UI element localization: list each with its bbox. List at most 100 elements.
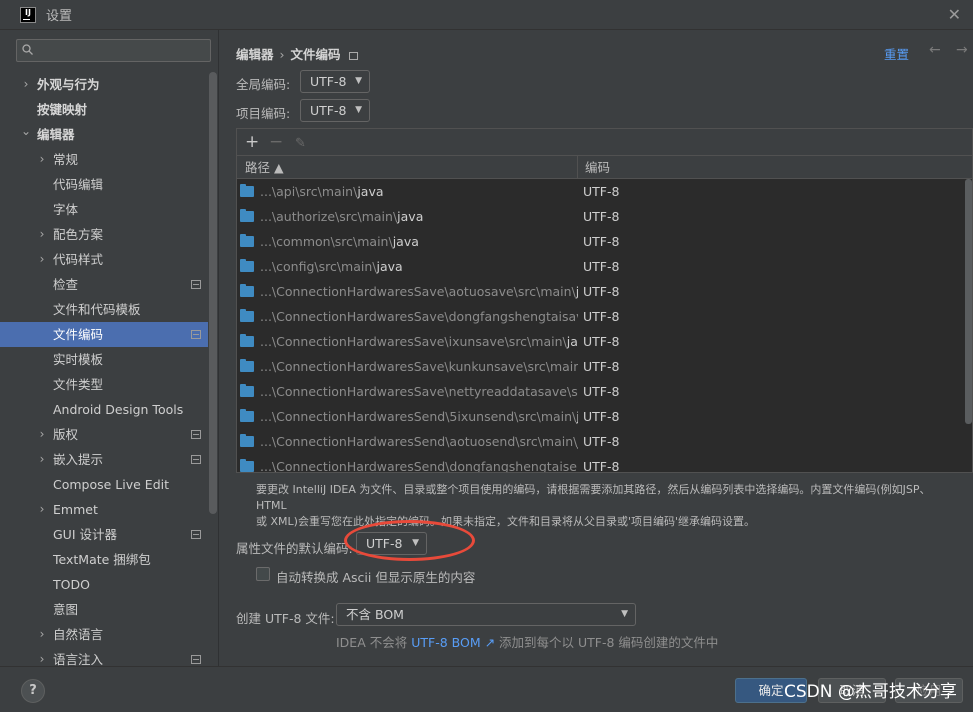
back-arrow-icon[interactable]: ← bbox=[929, 42, 941, 58]
row-path-tail: java bbox=[392, 234, 419, 249]
sidebar-item[interactable]: › 常规 bbox=[0, 147, 208, 172]
sidebar-item[interactable]: 意图 bbox=[0, 597, 208, 622]
table-toolbar: + − ✎ bbox=[237, 129, 972, 156]
chevron-down-icon: ▼ bbox=[355, 105, 362, 115]
help-button[interactable]: ? bbox=[21, 679, 45, 703]
sidebar-item[interactable]: Android Design Tools bbox=[0, 397, 208, 422]
sidebar-item[interactable]: › 自然语言 bbox=[0, 622, 208, 647]
settings-tree: › 外观与行为 按键映射 ⌄ 编辑器 › 常规 代码编辑 字体 › 配色方案 › 代码样式 检查 文件和代码… bbox=[0, 72, 208, 672]
sidebar-item[interactable]: ⌄ 编辑器 bbox=[0, 122, 208, 147]
chevron-right-icon[interactable]: › bbox=[36, 497, 48, 522]
row-path-prefix: ...\ConnectionHardwaresSave\aotuosave\sr… bbox=[260, 284, 576, 299]
project-scope-icon bbox=[191, 530, 201, 539]
sidebar-item[interactable]: › Emmet bbox=[0, 497, 208, 522]
table-row[interactable]: ...\api\src\main\java UTF-8 bbox=[237, 179, 964, 204]
row-encoding[interactable]: UTF-8 bbox=[583, 329, 619, 354]
row-encoding[interactable]: UTF-8 bbox=[583, 404, 619, 429]
row-path-tail: java bbox=[566, 334, 578, 349]
utf8-bom-link[interactable]: UTF-8 BOM ↗ bbox=[411, 635, 495, 650]
breadcrumb-parent[interactable]: 编辑器 bbox=[236, 47, 274, 62]
sidebar-scrollbar[interactable] bbox=[209, 72, 217, 514]
column-header-path[interactable]: 路径 ▲ bbox=[245, 156, 284, 179]
row-encoding[interactable]: UTF-8 bbox=[583, 454, 619, 472]
ascii-checkbox-label[interactable]: 自动转换成 Ascii 但显示原生的内容 bbox=[276, 567, 475, 586]
reset-link[interactable]: 重置 bbox=[884, 44, 909, 63]
chevron-down-icon[interactable]: ⌄ bbox=[20, 122, 32, 147]
add-icon[interactable]: + bbox=[245, 132, 259, 152]
close-icon[interactable]: ✕ bbox=[948, 5, 961, 24]
sidebar-item[interactable]: 代码编辑 bbox=[0, 172, 208, 197]
sidebar-item[interactable]: 实时模板 bbox=[0, 347, 208, 372]
chevron-right-icon[interactable]: › bbox=[36, 222, 48, 247]
remove-icon[interactable]: − bbox=[269, 132, 283, 152]
chevron-right-icon[interactable]: › bbox=[36, 147, 48, 172]
bom-note: IDEA 不会将 UTF-8 BOM ↗ 添加到每个以 UTF-8 编码创建的文… bbox=[336, 632, 718, 651]
sidebar-item[interactable]: › 版权 bbox=[0, 422, 208, 447]
sidebar-item[interactable]: 字体 bbox=[0, 197, 208, 222]
row-encoding[interactable]: UTF-8 bbox=[583, 304, 619, 329]
row-path-prefix: ...\ConnectionHardwaresSave\ixunsave\src… bbox=[260, 334, 567, 349]
title-bar: IJ 设置 ✕ bbox=[0, 0, 973, 30]
chevron-right-icon[interactable]: › bbox=[36, 422, 48, 447]
chevron-right-icon[interactable]: › bbox=[36, 447, 48, 472]
row-encoding[interactable]: UTF-8 bbox=[583, 379, 619, 404]
ascii-checkbox[interactable] bbox=[256, 567, 270, 581]
chevron-right-icon[interactable]: › bbox=[36, 622, 48, 647]
table-row[interactable]: ...\ConnectionHardwaresSend\5ixunsend\sr… bbox=[237, 404, 964, 429]
sidebar-item[interactable]: Compose Live Edit bbox=[0, 472, 208, 497]
row-path-prefix: ...\ConnectionHardwaresSave\nettyreaddat… bbox=[260, 384, 578, 399]
bom-note-prefix: IDEA 不会将 bbox=[336, 635, 408, 650]
table-row[interactable]: ...\common\src\main\java UTF-8 bbox=[237, 229, 964, 254]
sidebar-item-label: 代码样式 bbox=[53, 252, 104, 267]
row-encoding[interactable]: UTF-8 bbox=[583, 354, 619, 379]
table-row[interactable]: ...\ConnectionHardwaresSave\ixunsave\src… bbox=[237, 329, 964, 354]
table-row[interactable]: ...\ConnectionHardwaresSave\dongfangshen… bbox=[237, 304, 964, 329]
sidebar-item[interactable]: GUI 设计器 bbox=[0, 522, 208, 547]
global-encoding-select[interactable]: UTF-8 ▼ bbox=[300, 70, 370, 93]
folder-icon bbox=[240, 184, 254, 197]
sidebar-item[interactable]: › 配色方案 bbox=[0, 222, 208, 247]
sidebar-item[interactable]: 文件编码 bbox=[0, 322, 208, 347]
sidebar-item[interactable]: TODO bbox=[0, 572, 208, 597]
project-encoding-select[interactable]: UTF-8 ▼ bbox=[300, 99, 370, 122]
sidebar-item[interactable]: › 外观与行为 bbox=[0, 72, 208, 97]
table-row[interactable]: ...\ConnectionHardwaresSave\kunkunsave\s… bbox=[237, 354, 964, 379]
sidebar-item[interactable]: 按键映射 bbox=[0, 97, 208, 122]
row-encoding[interactable]: UTF-8 bbox=[583, 254, 619, 279]
settings-search-input[interactable] bbox=[16, 39, 211, 62]
chevron-right-icon[interactable]: › bbox=[20, 72, 32, 97]
sidebar-item-label: 编辑器 bbox=[37, 127, 75, 142]
sidebar-item[interactable]: TextMate 捆绑包 bbox=[0, 547, 208, 572]
sidebar-item-label: 嵌入提示 bbox=[53, 452, 104, 467]
chevron-right-icon[interactable]: › bbox=[36, 247, 48, 272]
row-path: ...\api\src\main\java bbox=[260, 179, 578, 204]
folder-icon bbox=[240, 284, 254, 297]
sidebar-item[interactable]: 文件和代码模板 bbox=[0, 297, 208, 322]
utf8-bom-select[interactable]: 不含 BOM ▼ bbox=[336, 603, 636, 626]
sidebar-item[interactable]: › 代码样式 bbox=[0, 247, 208, 272]
sidebar-item[interactable]: › 嵌入提示 bbox=[0, 447, 208, 472]
folder-icon bbox=[240, 434, 254, 447]
table-row[interactable]: ...\ConnectionHardwaresSend\dongfangshen… bbox=[237, 454, 964, 472]
table-row[interactable]: ...\authorize\src\main\java UTF-8 bbox=[237, 204, 964, 229]
row-encoding[interactable]: UTF-8 bbox=[583, 429, 619, 454]
row-encoding[interactable]: UTF-8 bbox=[583, 204, 619, 229]
table-scrollbar[interactable] bbox=[965, 179, 972, 424]
column-header-encoding[interactable]: 编码 bbox=[585, 156, 610, 179]
properties-encoding-label: 属性文件的默认编码: bbox=[236, 541, 353, 556]
row-path-tail: java bbox=[576, 284, 578, 299]
forward-arrow-icon[interactable]: → bbox=[956, 42, 968, 58]
breadcrumb: 编辑器 › 文件编码 bbox=[236, 44, 358, 63]
table-row[interactable]: ...\ConnectionHardwaresSave\nettyreaddat… bbox=[237, 379, 964, 404]
row-path: ...\common\src\main\java bbox=[260, 229, 578, 254]
table-row[interactable]: ...\ConnectionHardwaresSave\aotuosave\sr… bbox=[237, 279, 964, 304]
row-encoding[interactable]: UTF-8 bbox=[583, 279, 619, 304]
table-row[interactable]: ...\config\src\main\java UTF-8 bbox=[237, 254, 964, 279]
sidebar-item[interactable]: 文件类型 bbox=[0, 372, 208, 397]
row-encoding[interactable]: UTF-8 bbox=[583, 179, 619, 204]
table-row[interactable]: ...\ConnectionHardwaresSend\aotuosend\sr… bbox=[237, 429, 964, 454]
row-encoding[interactable]: UTF-8 bbox=[583, 229, 619, 254]
sidebar-item[interactable]: 检查 bbox=[0, 272, 208, 297]
column-divider[interactable] bbox=[577, 156, 578, 179]
edit-icon[interactable]: ✎ bbox=[295, 134, 306, 154]
